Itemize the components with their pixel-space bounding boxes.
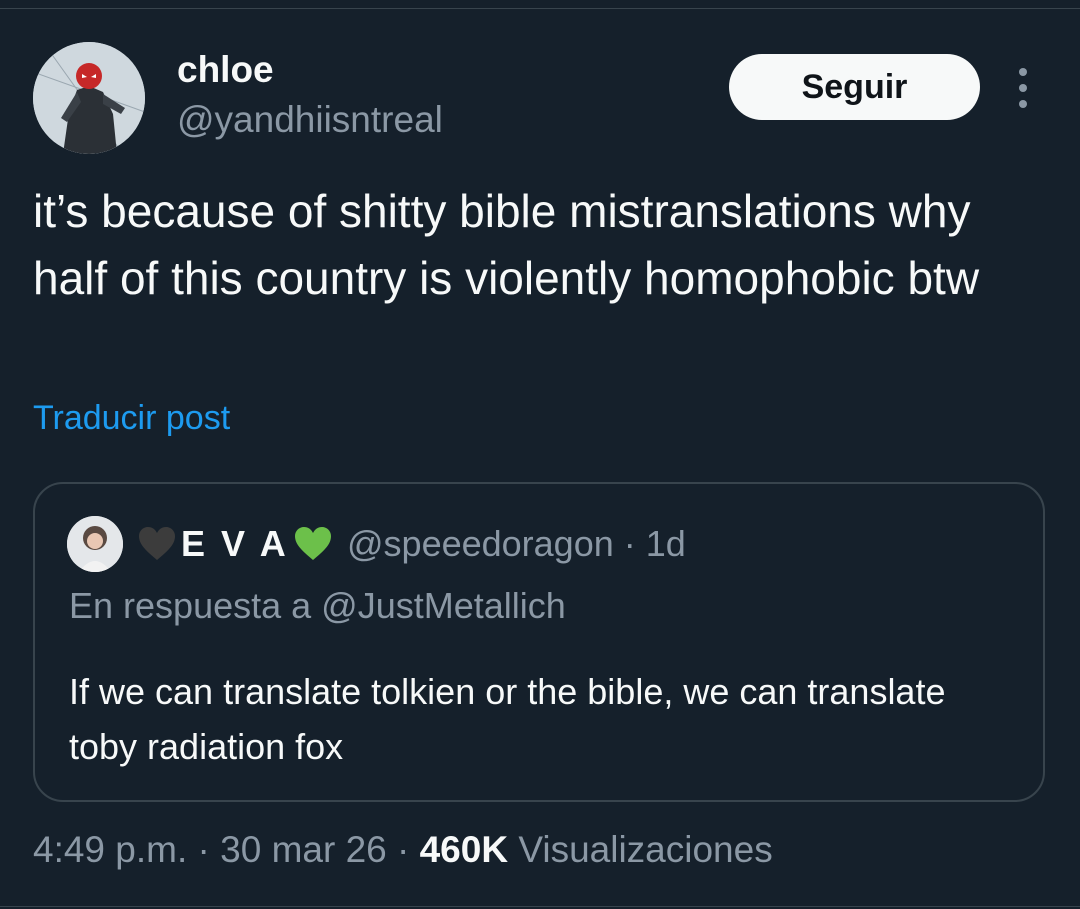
reply-context: En respuesta a @JustMetallich xyxy=(69,585,566,626)
bottom-divider xyxy=(0,906,1080,907)
follow-button[interactable]: Seguir xyxy=(729,54,980,120)
quoted-author-avatar[interactable] xyxy=(67,516,123,572)
author-handle[interactable]: @yandhiisntreal xyxy=(177,100,443,140)
more-dot xyxy=(1019,84,1027,92)
views-count: 460K xyxy=(419,829,509,870)
tweet-text: it’s because of shitty bible mistranslat… xyxy=(33,185,980,304)
quoted-display-name[interactable]: E V A xyxy=(137,522,333,566)
timestamp[interactable]: 4:49 p.m. · 30 mar 26 · xyxy=(33,829,420,870)
quoted-handle-time[interactable]: @speeedoragon · 1d xyxy=(347,522,686,566)
tweet-meta: 4:49 p.m. · 30 mar 26 · 460K Visualizaci… xyxy=(33,828,773,872)
green-heart-icon xyxy=(294,527,331,560)
translate-post-link[interactable]: Traducir post xyxy=(33,398,230,438)
views-label: Visualizaciones xyxy=(508,829,773,870)
more-dot xyxy=(1019,100,1027,108)
top-divider xyxy=(0,8,1080,9)
black-heart-icon xyxy=(139,527,175,560)
quoted-tweet-text: If we can translate tolkien or the bible… xyxy=(69,671,946,767)
more-dot xyxy=(1019,68,1027,76)
person-avatar-icon xyxy=(67,516,123,572)
quoted-name-text: E V A xyxy=(181,523,289,564)
quoted-tweet-card[interactable]: E V A @speeedoragon · 1d En respuesta a … xyxy=(33,482,1045,802)
author-avatar[interactable] xyxy=(33,42,145,154)
author-display-name[interactable]: chloe xyxy=(177,50,274,90)
spiderman-avatar-icon xyxy=(33,42,145,154)
more-options-icon[interactable] xyxy=(1008,68,1038,108)
